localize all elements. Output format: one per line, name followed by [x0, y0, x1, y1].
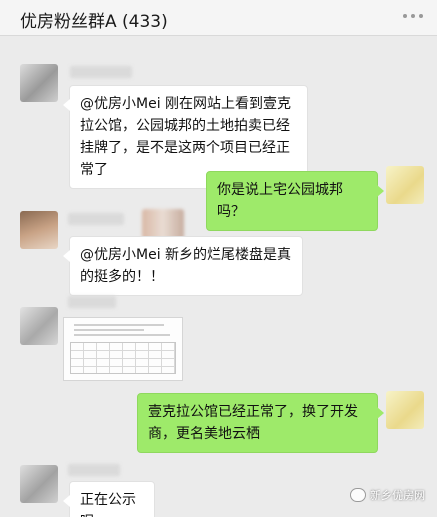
avatar[interactable] — [386, 391, 424, 429]
avatar[interactable] — [20, 465, 58, 503]
message-bubble[interactable]: @优房小Mei 新乡的烂尾楼盘是真的挺多的！！ — [63, 236, 303, 296]
watermark: 新乡优房网 — [350, 485, 425, 505]
message-bubble[interactable]: 壹克拉公馆已经正常了，换了开发商，更名美地云栖 — [137, 393, 384, 453]
sender-name — [68, 213, 124, 225]
wechat-icon — [350, 488, 366, 502]
message-text: @优房小Mei 新乡的烂尾楼盘是真的挺多的！！ — [80, 247, 292, 285]
chat-header: 优房粉丝群A (433) — [0, 0, 437, 36]
sender-name — [70, 66, 132, 78]
avatar[interactable] — [20, 64, 58, 102]
watermark-text: 新乡优房网 — [370, 489, 425, 502]
message-bubble[interactable]: 你是说上宅公园城邦吗？ — [206, 171, 384, 231]
sender-name — [68, 296, 116, 308]
avatar[interactable] — [20, 307, 58, 345]
message-text: 你是说上宅公园城邦吗？ — [217, 182, 343, 220]
chat-title: 优房粉丝群A (433) — [20, 12, 168, 32]
message-text: 壹克拉公馆已经正常了，换了开发商，更名美地云栖 — [148, 404, 358, 442]
more-icon[interactable] — [401, 4, 425, 26]
avatar[interactable] — [386, 166, 424, 204]
message-text: @优房小Mei 刚在网站上看到壹克拉公馆，公园城邦的土地拍卖已经挂牌了，是不是这… — [80, 96, 292, 178]
avatar-blurred-image — [142, 209, 184, 239]
message-bubble[interactable]: 正在公示呢 — [63, 481, 155, 517]
sender-name — [68, 464, 120, 476]
avatar[interactable] — [20, 211, 58, 249]
message-text: 正在公示呢 — [80, 492, 136, 517]
document-image[interactable] — [63, 317, 183, 381]
